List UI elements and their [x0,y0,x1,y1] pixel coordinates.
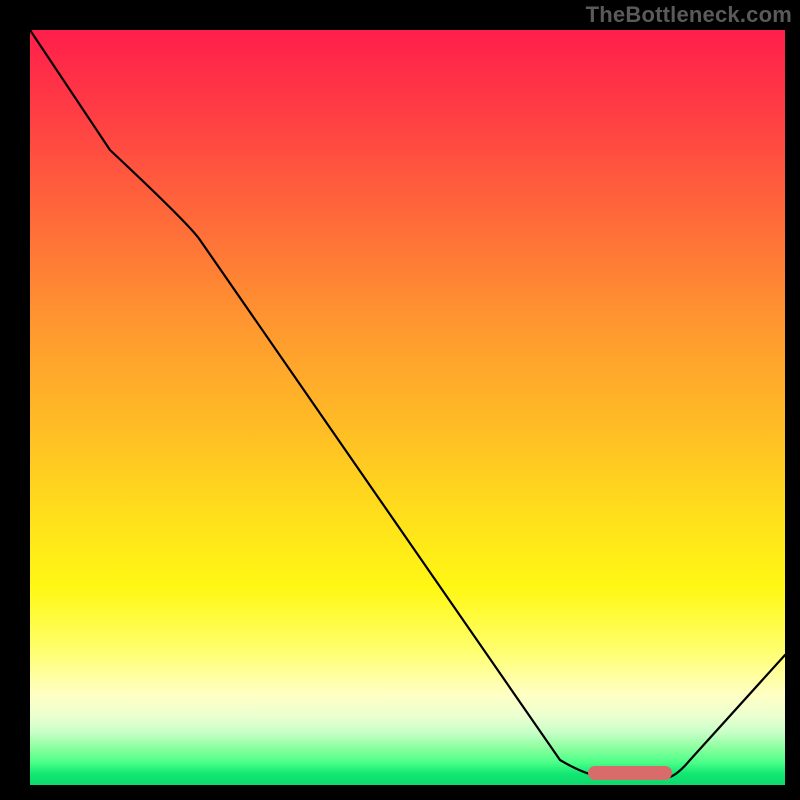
watermark-text: TheBottleneck.com [586,2,792,28]
plot-area [30,30,785,785]
bottleneck-curve [30,30,785,785]
optimum-marker [588,766,672,780]
curve-path [30,30,785,778]
chart-frame: TheBottleneck.com [0,0,800,800]
